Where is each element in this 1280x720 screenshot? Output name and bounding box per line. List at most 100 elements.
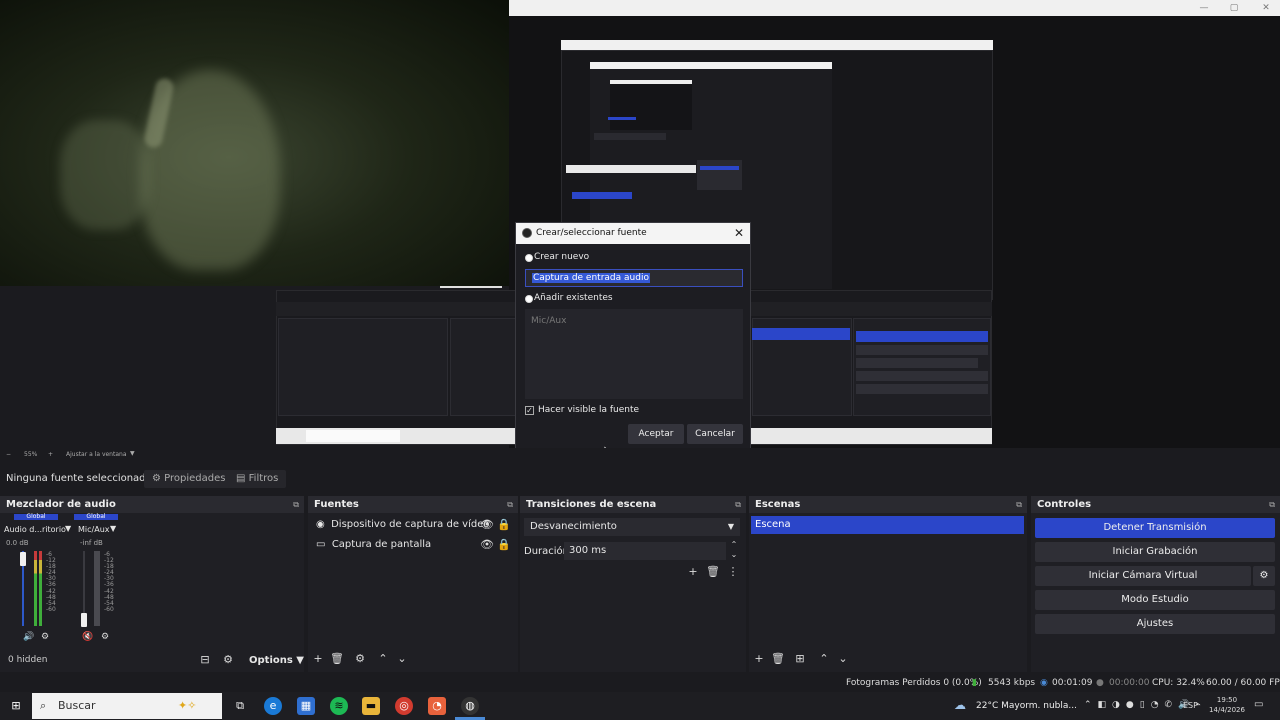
filters-button[interactable]: ▤ Filtros <box>228 470 287 488</box>
nested-dialog-selection <box>572 192 632 199</box>
undock-icon[interactable]: ⧉ <box>1269 496 1275 513</box>
channel-2-muted-icon[interactable]: 🔇 <box>81 632 95 642</box>
notification-icon[interactable]: ▭ <box>1254 699 1263 710</box>
trash-icon[interactable]: 🗑 <box>706 565 720 578</box>
start-virtual-camera-button[interactable]: Iniciar Cámara Virtual <box>1035 566 1251 586</box>
visible-checkbox[interactable]: ✓ <box>525 406 534 415</box>
move-up-icon[interactable]: ⌃ <box>817 652 831 665</box>
close-icon[interactable]: ✕ <box>1259 1 1273 15</box>
channel-1-fader[interactable] <box>20 552 26 566</box>
undock-icon[interactable]: ⧉ <box>293 496 299 513</box>
transition-select[interactable]: Desvanecimiento ▼ <box>524 518 740 536</box>
start-recording-button[interactable]: Iniciar Grabación <box>1035 542 1275 562</box>
close-icon[interactable]: ✕ <box>734 223 744 244</box>
channel-1-settings-icon[interactable]: ⚙ <box>38 632 52 642</box>
scene-item[interactable]: Escena <box>751 516 1024 534</box>
sources-title: Fuentes <box>314 499 359 510</box>
task-view-icon[interactable]: ⧉ <box>231 697 249 715</box>
add-icon[interactable]: + <box>311 652 325 665</box>
clock-time[interactable]: 19:50 <box>1212 696 1242 704</box>
existing-source-item[interactable]: Mic/Aux <box>531 316 566 326</box>
language[interactable]: ESP <box>1183 701 1198 710</box>
zoom-fit-label[interactable]: Ajustar a la ventana <box>66 451 127 458</box>
channel-2-menu-icon[interactable]: ▼ <box>110 524 116 533</box>
options-button[interactable]: Options ▼ <box>249 655 304 666</box>
minimize-icon[interactable]: — <box>1197 1 1211 15</box>
spotify-icon[interactable]: ≋ <box>330 697 348 715</box>
channel-2-meter-r <box>97 551 100 626</box>
app-icon[interactable]: ◔ <box>428 697 446 715</box>
source-item[interactable]: ▭ Captura de pantalla <box>316 536 431 554</box>
nested-capture-3 <box>610 84 692 130</box>
properties-button[interactable]: ⚙ Propiedades <box>144 470 234 488</box>
more-options-icon[interactable]: ⋮ <box>726 565 740 578</box>
transition-value: Desvanecimiento <box>530 521 617 532</box>
nested-btn-2 <box>856 358 978 368</box>
cancel-button[interactable]: Cancelar <box>687 424 743 444</box>
channel-1-db: 0.0 dB <box>6 539 29 547</box>
search-label: Buscar <box>58 699 96 712</box>
eye-icon[interactable]: 👁 <box>480 538 494 551</box>
add-icon[interactable]: + <box>752 652 766 665</box>
scene-item-label: Escena <box>755 519 791 530</box>
create-new-radio[interactable] <box>525 254 533 262</box>
scenes-title: Escenas <box>755 499 801 510</box>
layout-icon[interactable]: ⊟ <box>198 653 212 666</box>
undock-icon[interactable]: ⧉ <box>735 496 741 513</box>
properties-label: Propiedades <box>164 473 226 484</box>
undock-icon[interactable]: ⧉ <box>1016 496 1022 513</box>
chrome-icon[interactable]: ◎ <box>395 697 413 715</box>
zoom-out-icon[interactable]: − <box>6 451 11 458</box>
channel-1-menu-icon[interactable]: ▼ <box>65 524 71 533</box>
source-name-value: Captura de entrada audio <box>532 273 650 283</box>
trash-icon[interactable]: 🗑 <box>771 652 785 665</box>
zoom-in-icon[interactable]: + <box>48 451 53 458</box>
nested-divider <box>440 286 502 288</box>
spin-up-icon[interactable]: ⌃ <box>727 540 741 549</box>
store-icon[interactable]: ▦ <box>297 697 315 715</box>
sources-header: Fuentes ⧉ <box>308 496 518 513</box>
gear-icon[interactable]: ⚙ <box>353 652 367 665</box>
stop-streaming-button[interactable]: Detener Transmisión <box>1035 518 1275 538</box>
weather-text[interactable]: 22°C Mayorm. nubla... <box>976 701 1077 711</box>
transitions-header: Transiciones de escena ⧉ <box>520 496 746 513</box>
add-existing-radio[interactable] <box>525 295 533 303</box>
folder-icon[interactable]: ▬ <box>362 697 380 715</box>
windows-start-icon[interactable]: ⊞ <box>7 697 25 715</box>
settings-button[interactable]: Ajustes <box>1035 614 1275 634</box>
lock-icon[interactable]: 🔒 <box>497 518 511 531</box>
lock-icon[interactable]: 🔒 <box>497 538 511 551</box>
channel-1-speaker-icon[interactable]: 🔊 <box>22 632 36 642</box>
move-up-icon[interactable]: ⌃ <box>376 652 390 665</box>
chevron-down-icon[interactable]: ▼ <box>130 450 135 457</box>
move-down-icon[interactable]: ⌄ <box>395 652 409 665</box>
duration-input[interactable]: 300 ms <box>564 542 726 560</box>
gear-icon[interactable]: ⚙ <box>1253 566 1275 586</box>
nested-mixer <box>278 318 448 416</box>
move-down-icon[interactable]: ⌄ <box>836 652 850 665</box>
obs-icon[interactable]: ◍ <box>461 697 479 715</box>
studio-mode-button[interactable]: Modo Estudio <box>1035 590 1275 610</box>
channel-2-settings-icon[interactable]: ⚙ <box>98 632 112 642</box>
add-icon[interactable]: + <box>686 565 700 578</box>
undock-icon[interactable]: ⧉ <box>507 496 513 513</box>
existing-sources-list[interactable]: Mic/Aux <box>525 309 743 399</box>
search-icon: ⌕ <box>40 699 47 712</box>
status-bar: Fotogramas Perdidos 0 (0.0%) ▮ 5543 kbps… <box>0 674 1280 692</box>
taskbar-search[interactable]: ⌕ Buscar ✦✧ <box>32 693 222 719</box>
edge-icon[interactable]: e <box>264 697 282 715</box>
record-icon: ● <box>1096 678 1104 688</box>
source-name-input[interactable]: Captura de entrada audio <box>525 269 743 287</box>
clock-date[interactable]: 14/4/2026 <box>1206 706 1248 714</box>
filter-icon[interactable]: ⊞ <box>793 652 807 665</box>
trash-icon[interactable]: 🗑 <box>330 652 344 665</box>
channel-2-fader[interactable] <box>81 613 87 627</box>
spin-down-icon[interactable]: ⌄ <box>727 550 741 559</box>
eye-icon[interactable]: 👁 <box>480 518 494 531</box>
accept-button[interactable]: Aceptar <box>628 424 684 444</box>
maximize-icon[interactable]: ▢ <box>1227 1 1241 15</box>
nested-btn-3 <box>856 371 988 381</box>
source-item[interactable]: ◉ Dispositivo de captura de vídeo <box>316 516 489 534</box>
advanced-audio-icon[interactable]: ⚙ <box>221 653 235 666</box>
dropped-frames: Fotogramas Perdidos 0 (0.0%) <box>846 678 982 688</box>
